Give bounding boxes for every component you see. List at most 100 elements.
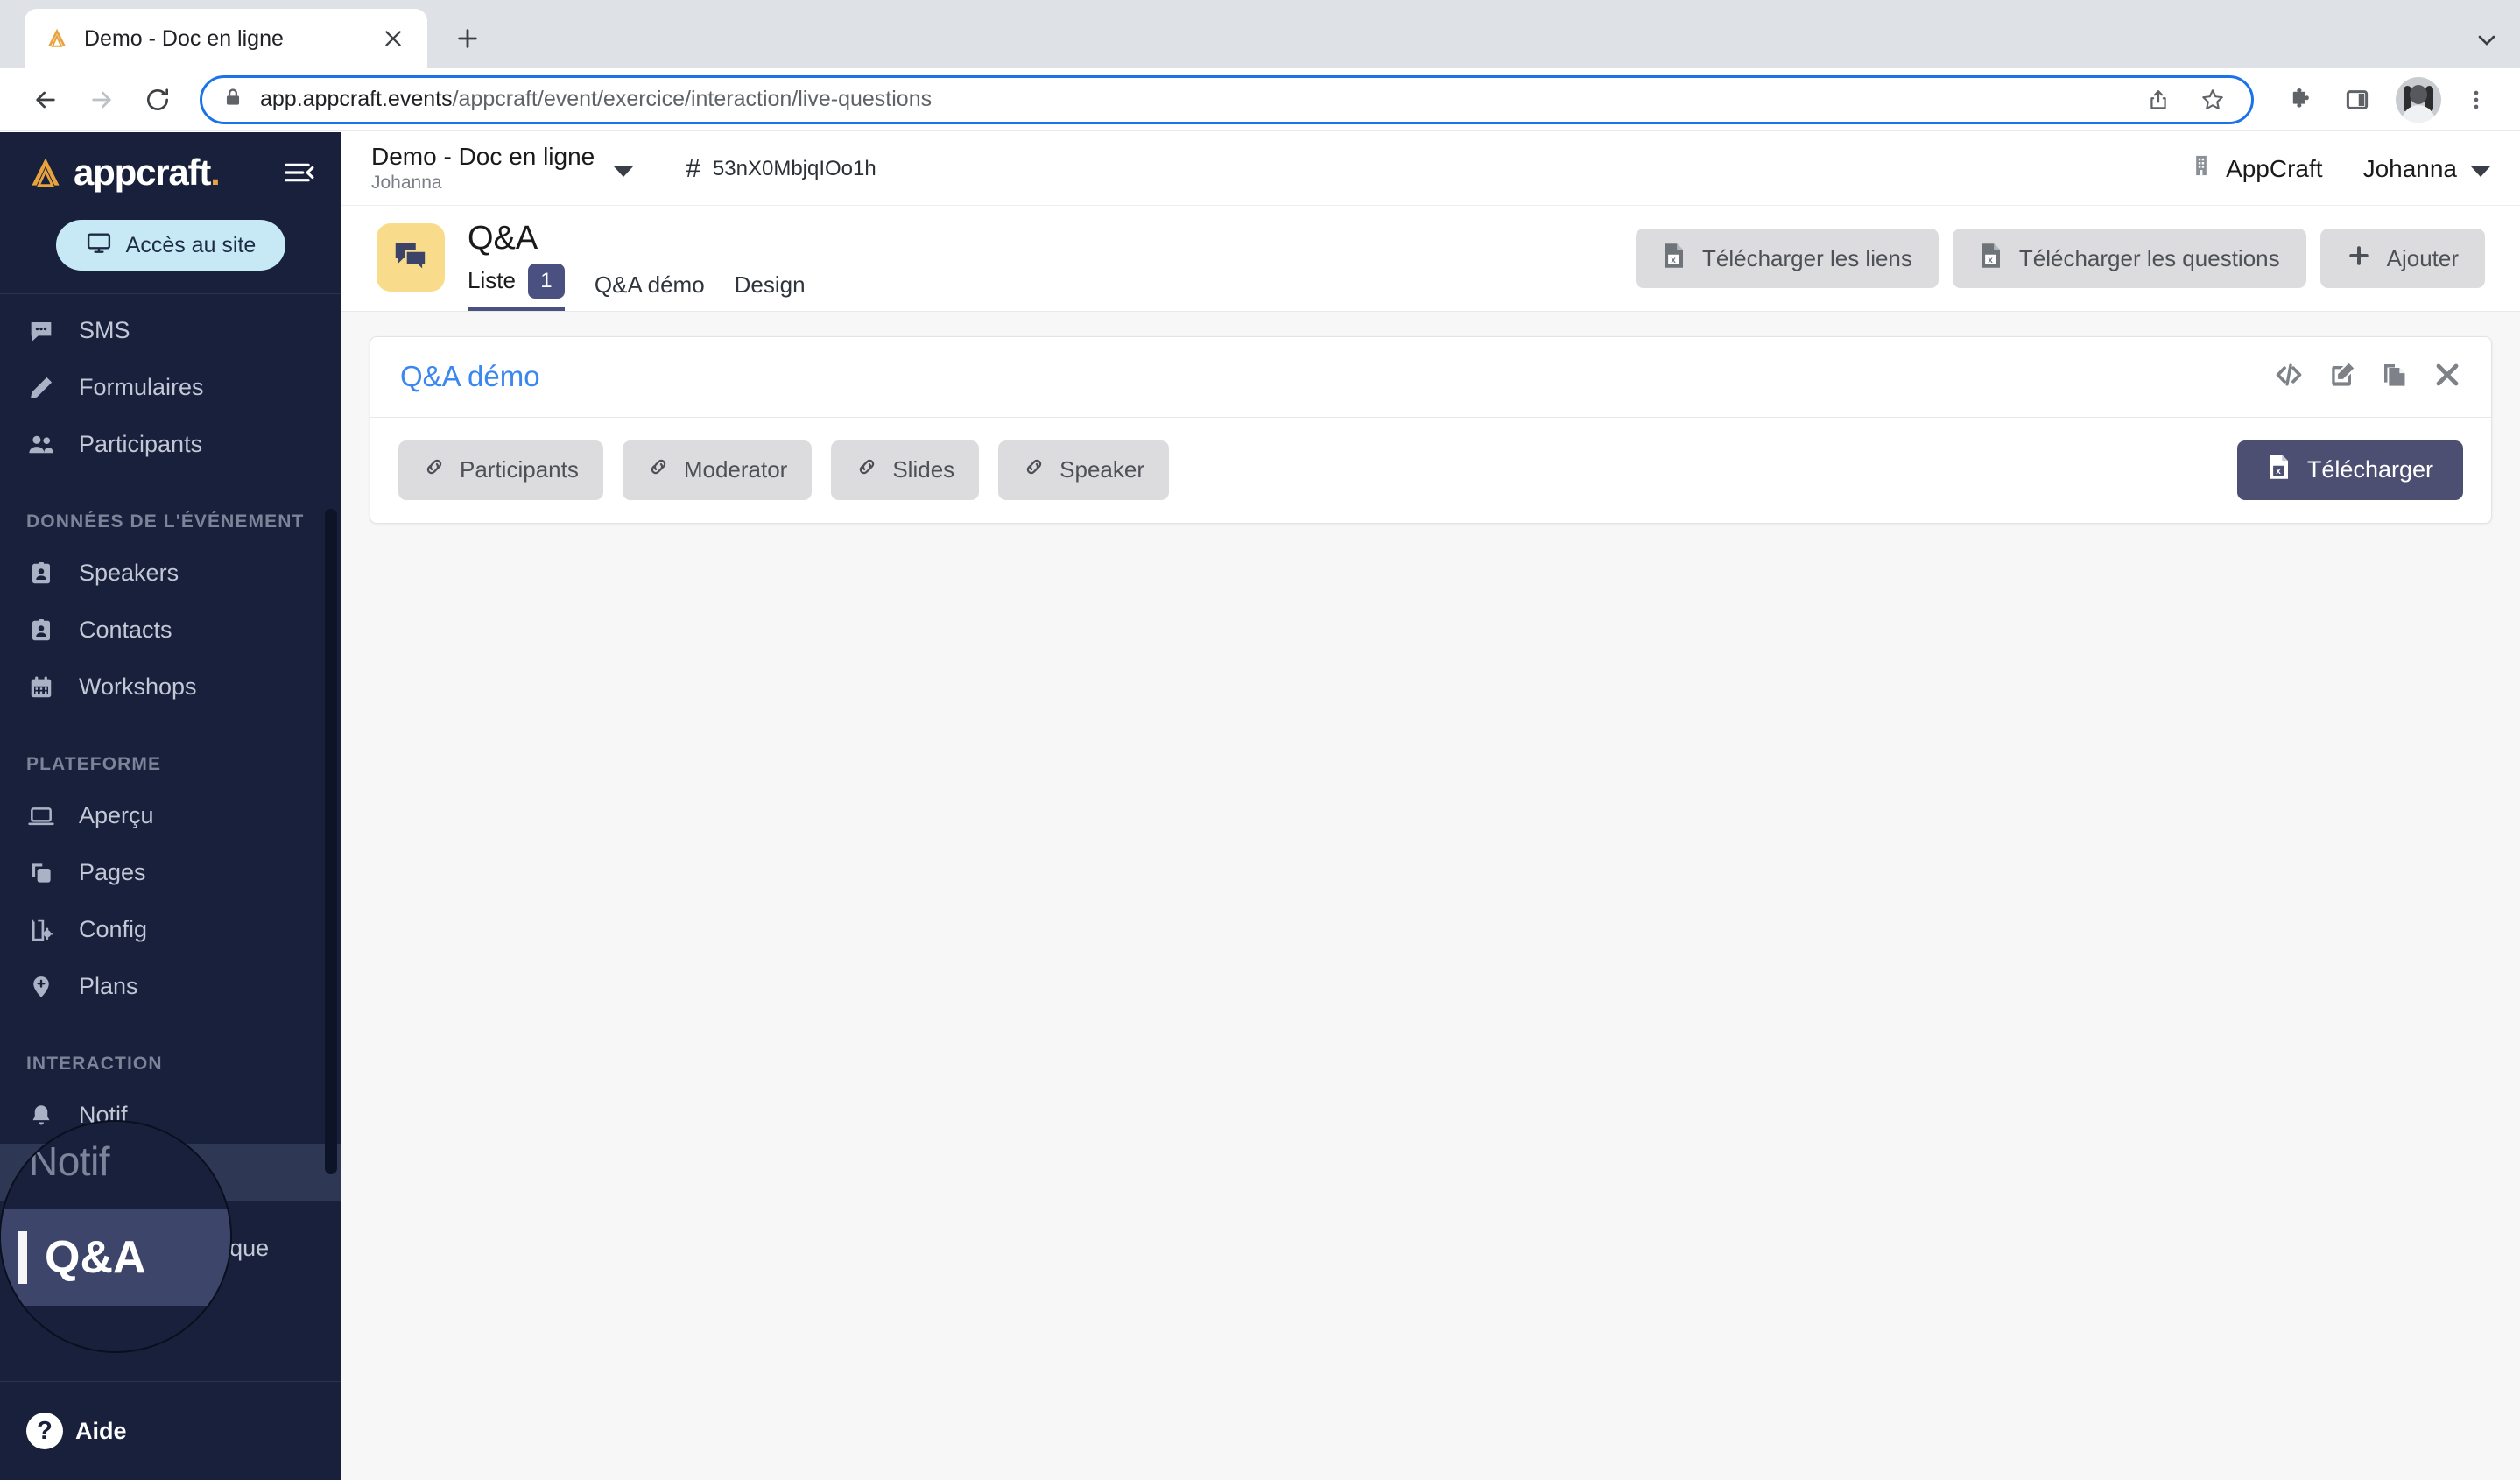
tab-qa-demo[interactable]: Q&A démo — [595, 271, 705, 311]
puzzle-icon[interactable] — [2277, 77, 2322, 123]
pages-icon — [26, 858, 56, 888]
three-dot-menu-icon[interactable] — [2453, 77, 2499, 123]
address-bar[interactable]: app.appcraft.events/appcraft/event/exerc… — [200, 74, 2254, 124]
help-button[interactable]: ? Aide — [0, 1382, 341, 1480]
event-code: # 53nX0MbjqIOo1h — [686, 154, 876, 184]
sidebar-item-pages[interactable]: Pages — [0, 844, 341, 901]
sidebar-item-contacts[interactable]: Contacts — [0, 602, 341, 659]
lock-icon — [222, 86, 244, 113]
tab-design[interactable]: Design — [735, 271, 806, 311]
sidebar-scrollbar[interactable] — [325, 509, 337, 1174]
button-label: Speaker — [1059, 456, 1145, 483]
sidebar-item-label: Formulaires — [79, 374, 204, 400]
topbar-right: AppCraft Johanna — [2189, 153, 2490, 184]
back-arrow-icon[interactable] — [21, 75, 70, 124]
url-text: app.appcraft.events/appcraft/event/exerc… — [260, 87, 2123, 112]
event-selector[interactable]: Demo - Doc en ligne Johanna — [371, 143, 595, 194]
event-name: Demo - Doc en ligne — [371, 142, 595, 170]
download-questions-button[interactable]: x Télécharger les questions — [1952, 229, 2306, 288]
map-pin-icon — [26, 972, 56, 1002]
main-area: Demo - Doc en ligne Johanna # 53nX0MbjqI… — [341, 132, 2520, 1480]
card-body: Participants Moderator Slides Speaker x … — [370, 418, 2491, 523]
sidebar-item-workshops[interactable]: Workshops — [0, 659, 341, 715]
sidebar-item-label: Pages — [79, 859, 146, 885]
button-label: Moderator — [683, 456, 788, 483]
sidebar-section-platform: PLATEFORME — [26, 754, 162, 774]
card-title[interactable]: Q&A démo — [400, 360, 540, 393]
sidebar-section-event-data: DONNÉES DE L'ÉVÉNEMENT — [26, 511, 305, 532]
qa-card: Q&A démo Participants Moderator Slides S… — [370, 335, 2492, 524]
link-icon — [647, 455, 670, 484]
forward-arrow-icon[interactable] — [77, 75, 126, 124]
pencil-icon — [26, 373, 56, 403]
organization[interactable]: AppCraft — [2189, 153, 2323, 184]
link-slides-button[interactable]: Slides — [831, 440, 980, 500]
brand-name: appcraft. — [74, 152, 221, 193]
share-icon[interactable] — [2139, 81, 2178, 119]
button-label: Slides — [892, 456, 955, 483]
sidebar-item-participants[interactable]: Participants — [0, 416, 341, 473]
reload-icon[interactable] — [133, 75, 182, 124]
download-links-button[interactable]: x Télécharger les liens — [1636, 229, 1939, 288]
organization-name: AppCraft — [2226, 154, 2323, 182]
sidebar-section-interaction: INTERACTION — [26, 1054, 163, 1074]
sidebar-item-label: Plans — [79, 973, 138, 999]
collapse-sidebar-icon[interactable] — [278, 152, 319, 193]
chevron-down-icon[interactable] — [2473, 26, 2501, 54]
chevron-down-icon[interactable] — [614, 166, 634, 177]
sidebar-item-config[interactable]: Config — [0, 901, 341, 958]
browser-tab[interactable]: Demo - Doc en ligne — [25, 9, 427, 68]
sidebar-item-apercu[interactable]: Aperçu — [0, 787, 341, 844]
tab-badge-count: 1 — [527, 263, 565, 299]
qa-chat-icon — [377, 223, 445, 292]
page-header: Q&A Liste 1 Q&A démo Design x Télécharge… — [341, 206, 2520, 312]
chevron-down-icon[interactable] — [2471, 166, 2490, 177]
side-panel-icon[interactable] — [2334, 77, 2380, 123]
close-icon[interactable] — [2433, 361, 2461, 393]
sidebar-item-label: Contacts — [79, 617, 172, 643]
code-icon[interactable] — [2274, 360, 2304, 394]
new-tab-icon[interactable] — [443, 14, 492, 63]
sms-bubble-icon — [26, 316, 56, 346]
link-participants-button[interactable]: Participants — [398, 440, 603, 500]
duplicate-icon[interactable] — [2381, 361, 2409, 393]
page-tabs: Liste 1 Q&A démo Design — [468, 263, 806, 311]
partial-icon — [26, 288, 56, 302]
edit-icon[interactable] — [2328, 361, 2356, 393]
user-menu[interactable]: Johanna — [2363, 155, 2490, 183]
sidebar-item-formulaires[interactable]: Formulaires — [0, 359, 341, 416]
download-button[interactable]: x Télécharger — [2236, 440, 2463, 500]
hash-icon: # — [686, 153, 700, 183]
button-label: Ajouter — [2386, 244, 2459, 271]
event-code-value: 53nX0MbjqIOo1h — [712, 156, 876, 180]
sidebar-item-sms[interactable]: SMS — [0, 302, 341, 359]
event-owner: Johanna — [371, 172, 442, 193]
link-icon — [423, 455, 446, 484]
tab-strip: Demo - Doc en ligne — [0, 0, 2520, 68]
tab-liste[interactable]: Liste 1 — [468, 263, 565, 311]
avatar[interactable] — [2396, 76, 2441, 123]
access-site-button[interactable]: Accès au site — [55, 220, 286, 271]
sidebar-item-plans[interactable]: Plans — [0, 958, 341, 1015]
button-label: Télécharger — [2306, 456, 2433, 483]
close-icon[interactable] — [378, 24, 408, 53]
star-icon[interactable] — [2193, 81, 2232, 119]
magnifier-content: Notif Q&A — [1, 1122, 230, 1351]
sidebar-item-label: Participants — [79, 431, 203, 457]
help-label: Aide — [75, 1417, 127, 1444]
sidebar-item-speakers[interactable]: Speakers — [0, 545, 341, 602]
monitor-icon — [86, 229, 112, 262]
appcraft-logo-icon — [44, 25, 70, 52]
contact-card-icon — [26, 616, 56, 645]
link-speaker-button[interactable]: Speaker — [998, 440, 1170, 500]
add-button[interactable]: Ajouter — [2319, 229, 2485, 288]
sidebar-header: appcraft. Accès au site — [0, 132, 341, 294]
sidebar-item-clipped[interactable] — [0, 288, 341, 302]
sidebar: appcraft. Accès au site SMS Formulaires … — [0, 132, 341, 1480]
contact-card-icon — [26, 559, 56, 588]
access-site-label: Accès au site — [125, 232, 257, 257]
link-moderator-button[interactable]: Moderator — [622, 440, 813, 500]
button-label: Participants — [460, 456, 579, 483]
user-name: Johanna — [2362, 154, 2457, 182]
tab-label: Q&A démo — [594, 271, 705, 298]
